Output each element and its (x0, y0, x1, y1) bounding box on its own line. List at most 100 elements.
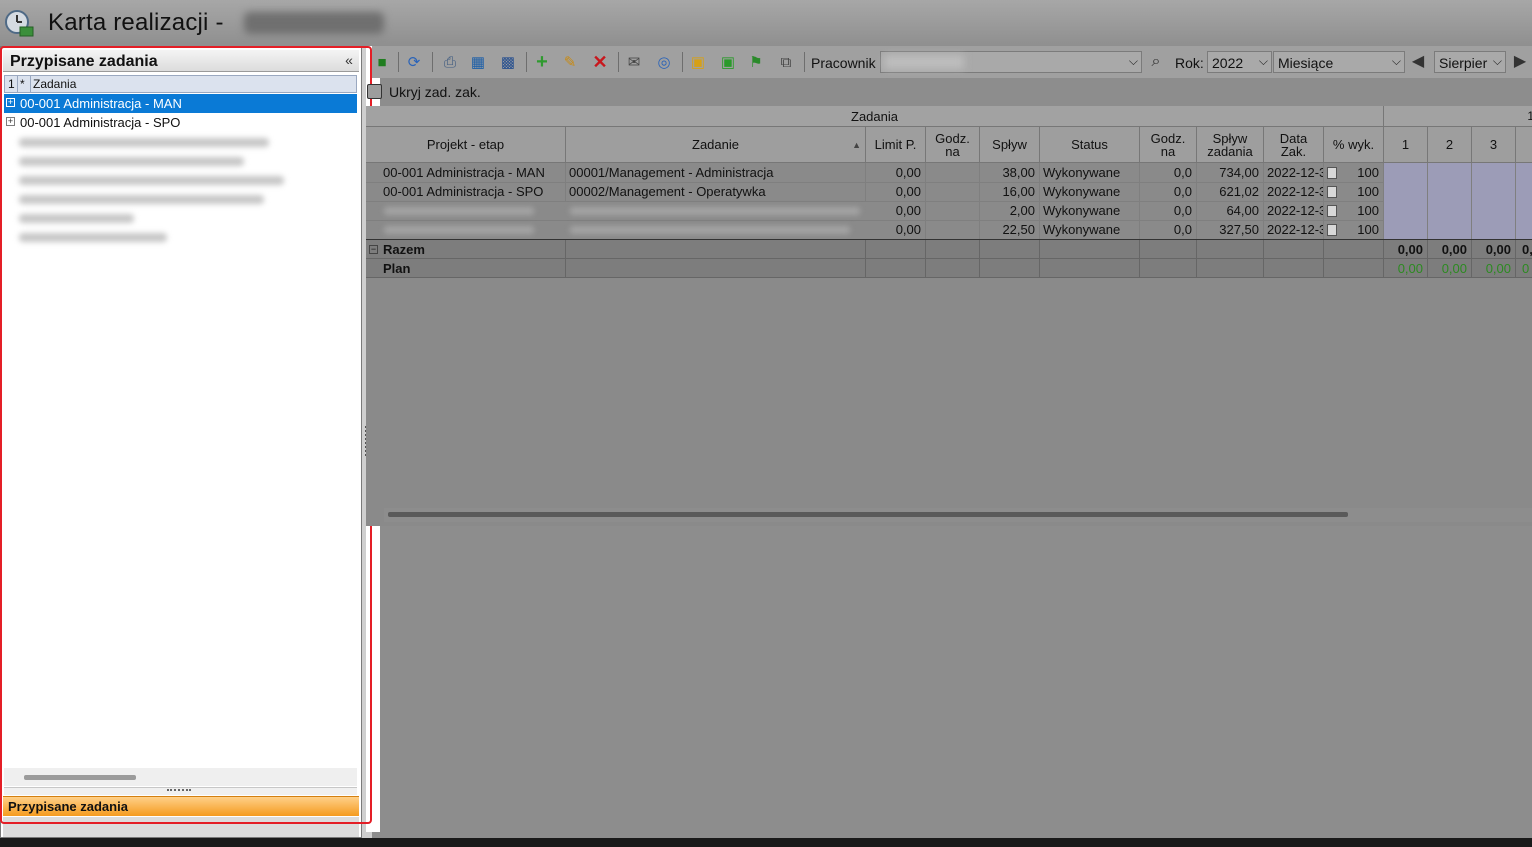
scrollbar-thumb[interactable] (24, 775, 136, 780)
collapse-panel-icon[interactable]: « (341, 51, 357, 69)
arrow-right-icon[interactable]: ▶ (1510, 52, 1530, 72)
cell-splyw-zadania[interactable]: 327,50 (1197, 220, 1264, 239)
col-header-day-3[interactable]: 3 (1472, 127, 1516, 163)
cell-day-1[interactable] (1384, 220, 1428, 239)
cell-pct[interactable]: 100 (1324, 163, 1384, 182)
cell-splyw[interactable]: 16,00 (980, 182, 1040, 201)
cell-godz[interactable] (926, 163, 980, 182)
cell-day-3[interactable] (1472, 182, 1516, 201)
col-header-day-1[interactable]: 1 (1384, 127, 1428, 163)
year-select[interactable]: 2022 ⌵ (1207, 51, 1272, 73)
flag-icon[interactable]: ⚑ (746, 52, 766, 72)
cell-splyw[interactable]: 22,50 (980, 220, 1040, 239)
col-header-splyw-zadania[interactable]: Spływ zadania (1197, 127, 1264, 163)
green-check-icon[interactable]: ▣ (718, 52, 738, 72)
cell-status[interactable]: Wykonywane (1040, 201, 1140, 220)
cell-godz2[interactable]: 0,0 (1140, 182, 1197, 201)
cell-pct[interactable]: 100 (1324, 201, 1384, 220)
cell-day-3[interactable] (1472, 163, 1516, 182)
arrow-left-icon[interactable]: ◀ (1408, 52, 1428, 72)
cell-data[interactable]: 2022-12-3 (1264, 220, 1324, 239)
cell-godz2[interactable]: 0,0 (1140, 220, 1197, 239)
yellow-check-icon[interactable]: ▣ (688, 52, 708, 72)
assigned-tasks-tab[interactable]: Przypisane zadania (3, 796, 359, 816)
cell-status[interactable]: Wykonywane (1040, 220, 1140, 239)
add-icon[interactable]: + (532, 52, 552, 72)
col-header-zadanie[interactable]: Zadanie ▲ (566, 127, 866, 163)
preview-icon[interactable]: ⧉ (776, 52, 796, 72)
cell-projekt[interactable]: 00-001 Administracja - SPO (380, 182, 566, 201)
cell-godz[interactable] (926, 182, 980, 201)
task-tree-item[interactable]: + 00-001 Administracja - MAN (4, 94, 357, 113)
panel-horizontal-scrollbar[interactable] (4, 768, 357, 786)
cell-status[interactable]: Wykonywane (1040, 163, 1140, 182)
header-col-zadania[interactable]: Zadania (33, 77, 76, 91)
cell-data[interactable]: 2022-12-3 (1264, 201, 1324, 220)
save-icon[interactable]: ■ (372, 52, 392, 72)
cell-godz[interactable] (926, 220, 980, 239)
refresh-icon[interactable]: ⟳ (404, 52, 424, 72)
mail-icon[interactable]: ✉ (624, 52, 644, 72)
expand-icon[interactable]: + (6, 98, 15, 107)
col-header-day-more[interactable] (1516, 127, 1532, 163)
header-col-star[interactable]: * (20, 77, 25, 91)
cell-limit[interactable]: 0,00 (866, 220, 926, 239)
search-icon[interactable]: ⌕ (1146, 52, 1166, 72)
cell-day-more[interactable] (1516, 201, 1532, 220)
task-tree-item[interactable]: + 00-001 Administracja - SPO (4, 113, 357, 132)
cell-splyw[interactable]: 2,00 (980, 201, 1040, 220)
month-select[interactable]: Sierpier ⌵ (1434, 51, 1506, 73)
grid-horizontal-scrollbar[interactable] (384, 508, 1532, 522)
col-header-day-2[interactable]: 2 (1428, 127, 1472, 163)
grid-check-icon[interactable]: ▩ (498, 52, 518, 72)
cell-splyw-zadania[interactable]: 734,00 (1197, 163, 1264, 182)
col-header-splyw[interactable]: Spływ (980, 127, 1040, 163)
col-header-godz-na-2[interactable]: Godz. na (1140, 127, 1197, 163)
splitter-grip-icon[interactable] (167, 789, 191, 791)
header-col-index[interactable]: 1 (8, 77, 15, 91)
period-select[interactable]: Miesiące ⌵ (1273, 51, 1405, 73)
cell-day-2[interactable] (1428, 163, 1472, 182)
expand-icon[interactable]: + (6, 117, 15, 126)
cell-godz2[interactable]: 0,0 (1140, 201, 1197, 220)
edit-icon[interactable]: ✎ (560, 52, 580, 72)
cell-zadanie[interactable]: 00001/Management - Administracja (566, 163, 866, 182)
cell-day-2[interactable] (1428, 201, 1472, 220)
hide-completed-checkbox[interactable] (367, 84, 382, 99)
cell-splyw-zadania[interactable]: 621,02 (1197, 182, 1264, 201)
cell-status[interactable]: Wykonywane (1040, 182, 1140, 201)
col-header-status[interactable]: Status (1040, 127, 1140, 163)
cell-day-1[interactable] (1384, 163, 1428, 182)
excel-icon[interactable]: ▦ (468, 52, 488, 72)
cell-limit[interactable]: 0,00 (866, 182, 926, 201)
cell-godz[interactable] (926, 201, 980, 220)
col-header-projekt[interactable]: Projekt - etap (366, 127, 566, 163)
cell-day-more[interactable] (1516, 220, 1532, 239)
delete-icon[interactable]: ✕ (590, 52, 610, 72)
cell-day-3[interactable] (1472, 220, 1516, 239)
cell-day-1[interactable] (1384, 182, 1428, 201)
cell-pct[interactable]: 100 (1324, 182, 1384, 201)
cell-day-2[interactable] (1428, 220, 1472, 239)
cell-limit[interactable]: 0,00 (866, 201, 926, 220)
cell-projekt[interactable]: 00-001 Administracja - MAN (380, 163, 566, 182)
col-header-godz-na[interactable]: Godz. na (926, 127, 980, 163)
print-icon[interactable]: ⎙ (440, 52, 460, 72)
scrollbar-thumb[interactable] (388, 512, 1348, 517)
cell-day-more[interactable] (1516, 163, 1532, 182)
cell-zadanie[interactable]: 00002/Management - Operatywka (566, 182, 866, 201)
cell-data[interactable]: 2022-12-3 (1264, 163, 1324, 182)
cell-splyw[interactable]: 38,00 (980, 163, 1040, 182)
cell-day-more[interactable] (1516, 182, 1532, 201)
cell-splyw-zadania[interactable]: 64,00 (1197, 201, 1264, 220)
cell-limit[interactable]: 0,00 (866, 163, 926, 182)
cell-day-1[interactable] (1384, 201, 1428, 220)
cell-pct[interactable]: 100 (1324, 220, 1384, 239)
cell-day-2[interactable] (1428, 182, 1472, 201)
col-header-pct[interactable]: % wyk. (1324, 127, 1384, 163)
col-header-limit[interactable]: Limit P. (866, 127, 926, 163)
cell-godz2[interactable]: 0,0 (1140, 163, 1197, 182)
collapse-icon[interactable]: − (369, 245, 378, 254)
approve-icon[interactable]: ◎ (654, 52, 674, 72)
panel-splitter[interactable] (4, 787, 357, 795)
